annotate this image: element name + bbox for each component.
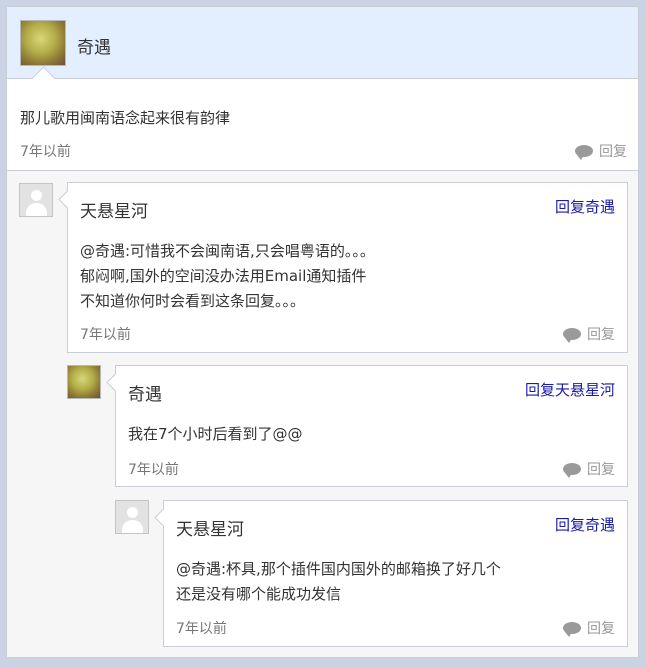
reply-1-avatar[interactable] xyxy=(19,183,53,217)
reply-label: 回复 xyxy=(587,327,615,343)
reply-2-line-1: 我在7个小时后看到了@@ xyxy=(128,425,303,443)
comment-bubble-icon xyxy=(563,622,581,637)
comment-thread: 奇遇 那儿歌用闽南语念起来很有韵律 7年以前 回复 天悬星河 回复奇遇 @奇遇:… xyxy=(6,6,639,658)
reply-3-text: @奇遇:杯具,那个插件国内国外的邮箱换了好几个 还是没有哪个能成功发信 xyxy=(176,557,501,607)
reply-label: 回复 xyxy=(587,621,615,637)
reply-2-card: 奇遇 回复天悬星河 我在7个小时后看到了@@ 7年以前 回复 xyxy=(106,365,628,487)
comment-bubble-icon xyxy=(563,463,581,478)
reply-label: 回复 xyxy=(587,462,615,478)
reply-1-reply-button[interactable]: 回复 xyxy=(563,324,615,344)
reply-2-text: 我在7个小时后看到了@@ xyxy=(128,422,303,447)
default-user-avatar-icon xyxy=(127,507,138,518)
reply-2-avatar[interactable] xyxy=(67,365,101,399)
reply-2-author[interactable]: 奇遇 xyxy=(128,380,162,405)
reply-2-reply-button[interactable]: 回复 xyxy=(563,459,615,479)
reply-3-line-1: @奇遇:杯具,那个插件国内国外的邮箱换了好几个 xyxy=(176,560,501,578)
reply-1-line-1: @奇遇:可惜我不会闽南语,只会唱粤语的。。。 xyxy=(80,242,375,260)
root-reply-button[interactable]: 回复 xyxy=(575,141,627,161)
reply-label: 回复 xyxy=(599,144,627,160)
reply-1-author[interactable]: 天悬星河 xyxy=(80,197,148,222)
reply-1-text: @奇遇:可惜我不会闽南语,只会唱粤语的。。。 郁闷啊,国外的空间没办法用Emai… xyxy=(80,239,375,314)
reply-3-time: 7年以前 xyxy=(176,621,227,637)
reply-1-time: 7年以前 xyxy=(80,327,131,343)
reply-1-card: 天悬星河 回复奇遇 @奇遇:可惜我不会闽南语,只会唱粤语的。。。 郁闷啊,国外的… xyxy=(58,182,628,353)
reply-1-line-3: 不知道你何时会看到这条回复。。。 xyxy=(80,292,306,310)
reply-3-line-2: 还是没有哪个能成功发信 xyxy=(176,585,342,603)
root-comment-text: 那儿歌用闽南语念起来很有韵律 xyxy=(20,109,231,127)
comment-bubble-icon xyxy=(563,328,581,343)
reply-3-author[interactable]: 天悬星河 xyxy=(176,515,244,540)
root-comment-body: 那儿歌用闽南语念起来很有韵律 7年以前 回复 xyxy=(7,66,638,171)
reply-2-reply-to-link[interactable]: 回复天悬星河 xyxy=(525,379,615,400)
root-comment-header: 奇遇 xyxy=(7,7,638,79)
reply-3-card: 天悬星河 回复奇遇 @奇遇:杯具,那个插件国内国外的邮箱换了好几个 还是没有哪个… xyxy=(154,500,628,647)
comment-bubble-icon xyxy=(575,145,593,160)
reply-3-reply-to-link[interactable]: 回复奇遇 xyxy=(555,514,615,535)
reply-3-avatar[interactable] xyxy=(115,500,149,534)
reply-2-time: 7年以前 xyxy=(128,462,179,478)
default-user-avatar-icon xyxy=(31,190,42,201)
root-comment-time: 7年以前 xyxy=(20,144,71,160)
root-author-avatar[interactable] xyxy=(20,20,66,66)
reply-1-reply-to-link[interactable]: 回复奇遇 xyxy=(555,196,615,217)
root-author-name[interactable]: 奇遇 xyxy=(77,33,111,58)
reply-1-line-2: 郁闷啊,国外的空间没办法用Email通知插件 xyxy=(80,267,367,285)
reply-3-reply-button[interactable]: 回复 xyxy=(563,618,615,638)
